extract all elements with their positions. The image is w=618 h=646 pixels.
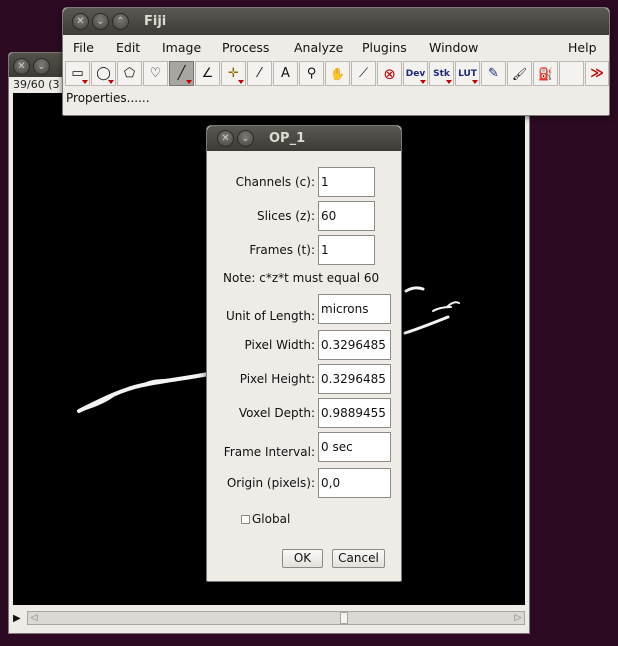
stk-tool-icon[interactable]: Stk <box>429 61 454 86</box>
menu-plugins[interactable]: Plugins <box>362 40 407 55</box>
line-tool-icon[interactable]: ╱ <box>169 61 194 86</box>
play-icon[interactable]: ▶ <box>13 613 25 625</box>
origin-input[interactable] <box>318 468 391 498</box>
polygon-tool-icon[interactable]: ⬠ <box>117 61 142 86</box>
point-tool-icon[interactable]: ✛ <box>221 61 246 86</box>
more-tools-icon[interactable]: ≫ <box>585 61 609 86</box>
rectangle-tool-icon[interactable]: ▭ <box>65 61 90 86</box>
frame-interval-input[interactable] <box>318 432 391 462</box>
menu-image[interactable]: Image <box>162 40 201 55</box>
minimize-icon[interactable]: ⌄ <box>33 58 50 75</box>
fiji-main-window: ✕ ⌄ ⌃ Fiji File Edit Image Process Analy… <box>62 7 610 116</box>
fiji-titlebar[interactable]: ✕ ⌄ ⌃ Fiji <box>63 8 609 35</box>
magnifier-tool-icon[interactable]: ⚲ <box>299 61 324 86</box>
flood-fill-tool-icon[interactable]: ⛽ <box>533 61 558 86</box>
pixel-width-label: Pixel Width: <box>244 338 315 352</box>
scroll-right-icon[interactable]: ▷ <box>512 612 524 624</box>
scroll-thumb[interactable] <box>340 612 348 624</box>
brush-tool-icon[interactable]: 🖌 <box>507 61 532 86</box>
hand-tool-icon[interactable]: ✋ <box>325 61 350 86</box>
angle-tool-icon[interactable]: ∠ <box>195 61 220 86</box>
blank-tool-slot <box>559 61 584 86</box>
channels-input[interactable] <box>318 167 375 197</box>
dev-tool-icon[interactable]: Dev <box>403 61 428 86</box>
minimize-icon[interactable]: ⌄ <box>237 130 254 147</box>
note-text: Note: c*z*t must equal 60 <box>223 271 380 285</box>
frames-label: Frames (t): <box>249 243 315 257</box>
slices-input[interactable] <box>318 201 375 231</box>
freehand-tool-icon[interactable]: ♡ <box>143 61 168 86</box>
close-icon[interactable]: ✕ <box>72 13 89 30</box>
global-label: Global <box>252 512 291 526</box>
menu-process[interactable]: Process <box>222 40 269 55</box>
image-controls: ▶ ◁ ▷ <box>13 609 525 629</box>
frames-input[interactable] <box>318 235 375 265</box>
frame-interval-label: Frame Interval: <box>223 445 315 459</box>
dialog-title: OP_1 <box>269 131 306 146</box>
minimize-icon[interactable]: ⌄ <box>92 13 109 30</box>
properties-dialog: ✕ ⌄ OP_1 Channels (c): Slices (z): Frame… <box>206 125 402 582</box>
status-bar: Properties...... <box>66 91 150 105</box>
ok-button[interactable]: OK <box>282 549 323 568</box>
scroll-left-icon[interactable]: ◁ <box>28 612 40 624</box>
menu-file[interactable]: File <box>73 40 94 55</box>
menubar: File Edit Image Process Analyze Plugins … <box>63 36 609 58</box>
unit-label: Unit of Length: <box>225 309 315 323</box>
stop-icon[interactable]: ⊗ <box>377 61 402 86</box>
slices-label: Slices (z): <box>256 209 315 223</box>
lut-tool-icon[interactable]: LUT <box>455 61 480 86</box>
maximize-icon[interactable]: ⌃ <box>112 13 129 30</box>
unit-input[interactable] <box>318 294 391 324</box>
origin-label: Origin (pixels): <box>226 476 315 490</box>
voxel-depth-input[interactable] <box>318 398 391 428</box>
channels-label: Channels (c): <box>235 175 315 189</box>
window-title: Fiji <box>144 14 167 29</box>
pixel-height-input[interactable] <box>318 364 391 394</box>
slice-scrollbar[interactable]: ◁ ▷ <box>27 611 525 625</box>
menu-edit[interactable]: Edit <box>116 40 140 55</box>
voxel-depth-label: Voxel Depth: <box>238 406 315 420</box>
dialog-titlebar[interactable]: ✕ ⌄ OP_1 <box>207 126 401 151</box>
dropper-tool-icon[interactable]: ⟋ <box>351 61 376 86</box>
close-icon[interactable]: ✕ <box>13 58 30 75</box>
menu-analyze[interactable]: Analyze <box>294 40 343 55</box>
wand-tool-icon[interactable]: ⁄ <box>247 61 272 86</box>
menu-window[interactable]: Window <box>429 40 478 55</box>
toolbar: ▭ ◯ ⬠ ♡ ╱ ∠ ✛ ⁄ A ⚲ ✋ ⟋ ⊗ Dev Stk LUT ✎ … <box>63 60 609 88</box>
oval-tool-icon[interactable]: ◯ <box>91 61 116 86</box>
text-tool-icon[interactable]: A <box>273 61 298 86</box>
pixel-height-label: Pixel Height: <box>239 372 315 386</box>
cancel-button[interactable]: Cancel <box>332 549 385 568</box>
global-checkbox[interactable] <box>241 515 250 524</box>
pixel-width-input[interactable] <box>318 330 391 360</box>
close-icon[interactable]: ✕ <box>217 130 234 147</box>
menu-help[interactable]: Help <box>568 40 597 55</box>
pencil-tool-icon[interactable]: ✎ <box>481 61 506 86</box>
